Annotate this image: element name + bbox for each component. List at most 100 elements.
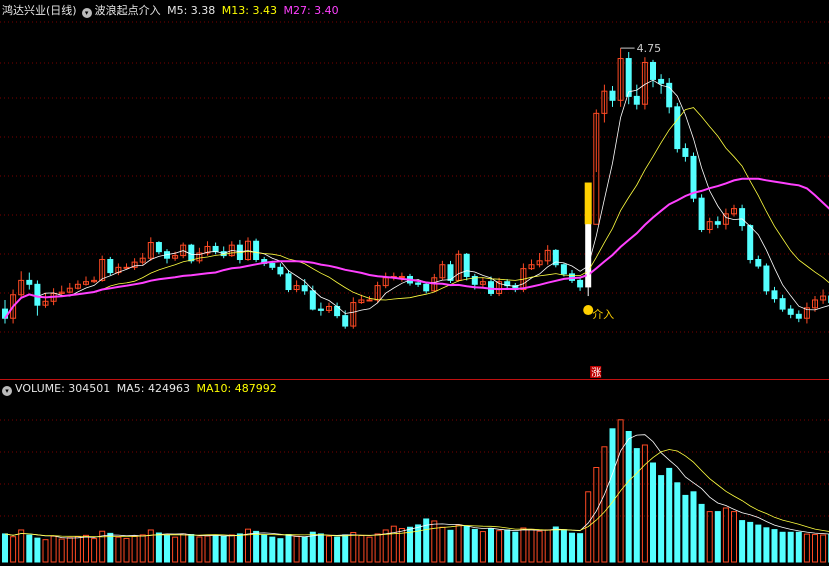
- volume-bar: [731, 511, 737, 563]
- volume-bar: [326, 535, 332, 563]
- volume-bar: [115, 536, 122, 563]
- volume-bar: [123, 537, 130, 563]
- volume-bar: [269, 536, 276, 563]
- volume-bar: [787, 531, 794, 563]
- volume-bar: [528, 528, 535, 563]
- volume-bar: [18, 529, 25, 563]
- candle-body: [309, 290, 316, 310]
- volume-bar: [536, 530, 543, 563]
- candle-body: [658, 78, 665, 84]
- indicator-toggle-icon[interactable]: ▾: [81, 8, 92, 18]
- volume-bar: [172, 536, 179, 563]
- candle-body: [763, 265, 770, 292]
- volume-bar: [795, 531, 802, 563]
- volume-toggle-icon[interactable]: ▾: [2, 386, 12, 396]
- volume-bar: [309, 531, 316, 563]
- candle-body: [253, 240, 260, 261]
- candle-body: [107, 259, 114, 274]
- volume-bar: [212, 534, 219, 563]
- candle-body: [188, 244, 195, 262]
- candle-body: [301, 285, 308, 292]
- volume-bar: [228, 534, 235, 563]
- volume-bar: [577, 533, 584, 563]
- volume-bar: [658, 475, 665, 563]
- candle-body: [633, 95, 640, 105]
- volume-bar: [569, 532, 575, 563]
- volume-bar: [820, 534, 827, 563]
- volume-bar: [771, 529, 778, 563]
- volume-bar: [439, 526, 446, 563]
- volume-bar: [609, 428, 616, 563]
- candle-body: [609, 90, 616, 101]
- volume-bar: [261, 534, 268, 563]
- volume-bar: [544, 529, 551, 563]
- volume-bar: [66, 537, 73, 563]
- candle-body: [747, 225, 754, 261]
- volume-bar: [83, 534, 89, 563]
- volume-bar: [641, 444, 648, 563]
- volume-bar: [455, 524, 462, 563]
- volume-bar: [188, 534, 195, 563]
- candle-body: [488, 281, 494, 294]
- stock-chart[interactable]: 4.75 介入涨: [0, 0, 829, 566]
- candle-body: [739, 208, 746, 227]
- volume-bar: [763, 527, 770, 563]
- candle-body: [771, 290, 778, 300]
- volume-bar: [374, 533, 381, 563]
- candle-body: [650, 61, 656, 80]
- volume-bar: [26, 534, 33, 563]
- volume-bar: [714, 511, 721, 563]
- volume-bar: [220, 535, 227, 563]
- signal-candle-lower: [586, 224, 590, 287]
- volume-bar: [236, 533, 243, 563]
- candle-body: [779, 298, 786, 310]
- volume-bar: [317, 533, 324, 563]
- stock-title: 鸿达兴业(日线): [2, 4, 77, 17]
- candle-body: [342, 315, 349, 327]
- volume-bar: [552, 526, 559, 563]
- candle-body: [26, 279, 33, 285]
- m5-value: M5: 3.38: [167, 4, 216, 17]
- volume-bar: [755, 524, 762, 563]
- signal-bar: [584, 182, 592, 225]
- price-header: 鸿达兴业(日线) ▾ 波浪起点介入 M5: 3.38 M13: 3.43 M27: …: [2, 3, 342, 19]
- volume-bar: [366, 536, 373, 563]
- candle-body: [787, 308, 794, 315]
- candle-body: [560, 264, 567, 275]
- candle-body: [625, 58, 632, 97]
- candle-body: [285, 273, 292, 291]
- volume-bar: [293, 535, 300, 563]
- volume-bar: [633, 448, 640, 563]
- volume-bar: [34, 537, 41, 563]
- volume-bar: [91, 538, 98, 563]
- m27-value: M27: 3.40: [283, 4, 339, 17]
- candle-body: [698, 197, 705, 230]
- volume-bar: [479, 531, 486, 563]
- volume-bar: [706, 511, 713, 563]
- candle-body: [277, 266, 284, 275]
- candle-body: [398, 275, 405, 278]
- volume-bar: [674, 482, 681, 563]
- signal-label: 介入: [592, 308, 614, 321]
- volume-bar: [2, 533, 8, 563]
- volume-bar: [358, 535, 365, 563]
- volume-bar: [447, 529, 454, 563]
- volume-ma5-value: MA5: 424963: [116, 382, 190, 395]
- volume-bar: [10, 536, 17, 563]
- volume-bar: [334, 536, 341, 563]
- m13-value: M13: 3.43: [221, 4, 277, 17]
- volume-bar: [560, 529, 567, 563]
- volume-bar: [504, 529, 511, 563]
- volume-value: VOLUME: 304501: [15, 382, 111, 395]
- volume-bar: [390, 525, 397, 563]
- volume-ma-lines: [4, 434, 829, 539]
- indicator-name: 波浪起点介入: [94, 4, 161, 17]
- candle-body: [795, 313, 802, 319]
- candle-body: [463, 253, 470, 277]
- volume-ma5-line: [4, 434, 829, 539]
- volume-bar: [42, 539, 49, 563]
- candle-body: [269, 262, 276, 268]
- volume-bar: [277, 538, 284, 563]
- volume-bar: [520, 527, 527, 563]
- volume-bar: [50, 535, 57, 563]
